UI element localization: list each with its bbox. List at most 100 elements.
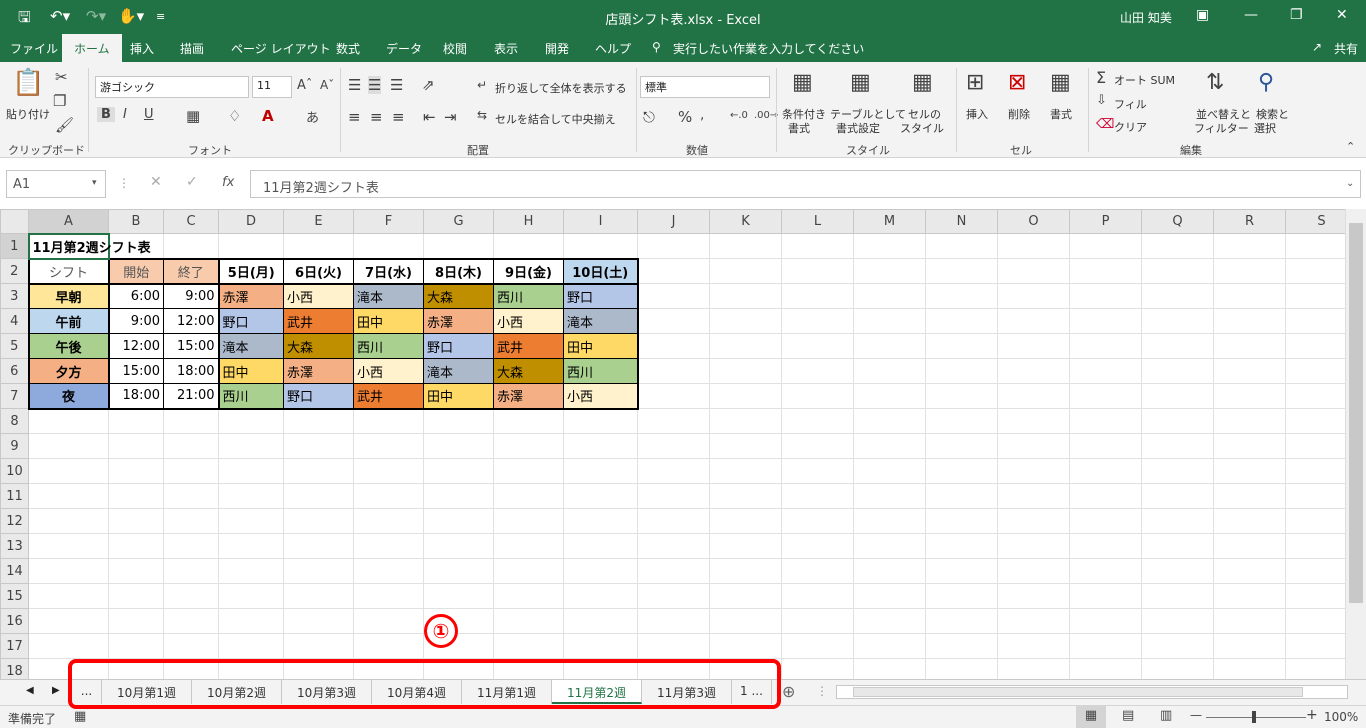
cell[interactable] bbox=[353, 633, 424, 659]
cell[interactable] bbox=[1141, 283, 1214, 309]
cell[interactable] bbox=[853, 608, 926, 634]
cell[interactable] bbox=[108, 558, 164, 584]
zoom-in-icon[interactable]: + bbox=[1306, 707, 1318, 723]
expand-formula-icon[interactable]: ⌄ bbox=[1346, 178, 1354, 189]
cell[interactable]: 田中 bbox=[423, 383, 494, 410]
copy-icon[interactable]: ❐ bbox=[53, 92, 66, 110]
cell[interactable]: シフト bbox=[27, 257, 110, 285]
cell[interactable] bbox=[1141, 333, 1214, 359]
cell[interactable]: 野口 bbox=[423, 333, 494, 359]
cell[interactable] bbox=[925, 283, 998, 309]
font-color-icon[interactable]: A bbox=[262, 107, 274, 125]
cell[interactable] bbox=[1069, 458, 1142, 484]
cell[interactable] bbox=[853, 358, 926, 384]
row-header[interactable]: 15 bbox=[0, 583, 29, 609]
cell[interactable] bbox=[563, 508, 638, 534]
cell[interactable] bbox=[997, 383, 1070, 409]
cell[interactable] bbox=[781, 583, 854, 609]
horizontal-scrollbar[interactable] bbox=[836, 685, 1348, 699]
cell[interactable] bbox=[283, 408, 354, 434]
cell[interactable]: 赤澤 bbox=[423, 308, 494, 334]
row-header[interactable]: 11 bbox=[0, 483, 29, 509]
cell[interactable] bbox=[283, 483, 354, 509]
column-header[interactable]: Q bbox=[1141, 209, 1214, 234]
cell[interactable] bbox=[1213, 508, 1286, 534]
cell[interactable] bbox=[353, 458, 424, 484]
cell-styles-label-2[interactable]: スタイル bbox=[900, 120, 944, 136]
cell[interactable] bbox=[283, 533, 354, 559]
cell[interactable] bbox=[781, 458, 854, 484]
cell[interactable] bbox=[925, 508, 998, 534]
cell[interactable] bbox=[353, 233, 424, 259]
share-icon[interactable]: ↗ bbox=[1312, 40, 1322, 54]
cell[interactable] bbox=[1285, 658, 1345, 679]
minimize-icon[interactable]: — bbox=[1244, 7, 1258, 23]
tell-me-input[interactable]: 実行したい作業を入力してください bbox=[673, 40, 864, 57]
row-header[interactable]: 4 bbox=[0, 308, 29, 334]
cell[interactable] bbox=[108, 483, 164, 509]
cell[interactable]: 赤澤 bbox=[493, 383, 564, 410]
next-sheet-icon[interactable]: ▶ bbox=[52, 685, 60, 696]
cell[interactable] bbox=[709, 633, 782, 659]
cell[interactable] bbox=[781, 608, 854, 634]
cell[interactable] bbox=[218, 408, 284, 434]
column-header[interactable]: M bbox=[853, 209, 926, 234]
cell[interactable] bbox=[637, 483, 710, 509]
align-top-icon[interactable]: ☰ bbox=[348, 76, 361, 94]
cell[interactable] bbox=[1069, 358, 1142, 384]
cell[interactable] bbox=[283, 508, 354, 534]
cell[interactable] bbox=[709, 583, 782, 609]
cell[interactable] bbox=[1285, 583, 1345, 609]
cell[interactable] bbox=[709, 308, 782, 334]
cell[interactable] bbox=[709, 333, 782, 359]
cell[interactable] bbox=[1069, 583, 1142, 609]
cell[interactable] bbox=[163, 408, 219, 434]
cell[interactable]: 18:00 bbox=[163, 358, 220, 384]
row-header[interactable]: 14 bbox=[0, 558, 29, 584]
cell[interactable] bbox=[108, 458, 164, 484]
cell[interactable]: 小西 bbox=[353, 358, 424, 384]
cell[interactable] bbox=[1141, 658, 1214, 679]
cell[interactable] bbox=[709, 283, 782, 309]
cell[interactable] bbox=[1285, 608, 1345, 634]
cell[interactable]: 滝本 bbox=[563, 308, 639, 334]
cell[interactable] bbox=[781, 383, 854, 409]
autosum-button[interactable]: オート SUM bbox=[1114, 72, 1175, 88]
cell[interactable] bbox=[108, 608, 164, 634]
column-header[interactable]: N bbox=[925, 209, 998, 234]
row-header[interactable]: 12 bbox=[0, 508, 29, 534]
cell[interactable] bbox=[997, 458, 1070, 484]
cell[interactable] bbox=[353, 608, 424, 634]
cell[interactable] bbox=[1285, 233, 1345, 259]
cell[interactable] bbox=[637, 258, 710, 284]
cell[interactable] bbox=[709, 533, 782, 559]
cell[interactable] bbox=[853, 658, 926, 679]
cell[interactable] bbox=[853, 458, 926, 484]
cell[interactable] bbox=[853, 533, 926, 559]
share-button[interactable]: 共有 bbox=[1334, 40, 1358, 57]
worksheet-grid[interactable]: A B C D E F G H I J K L M N O P Q R S 1 11月第2週シフト表 2 シフト 開始 終了 5日… bbox=[0, 209, 1345, 679]
cell[interactable] bbox=[1213, 558, 1286, 584]
cell[interactable] bbox=[853, 583, 926, 609]
cell[interactable] bbox=[997, 308, 1070, 334]
cell[interactable] bbox=[781, 483, 854, 509]
cell[interactable] bbox=[163, 508, 219, 534]
cell[interactable]: 15:00 bbox=[108, 358, 164, 384]
cell[interactable] bbox=[563, 608, 638, 634]
formula-input[interactable]: 11月第2週シフト表 bbox=[250, 170, 1361, 198]
cell[interactable] bbox=[218, 558, 284, 584]
cell[interactable]: 小西 bbox=[283, 283, 354, 309]
cell[interactable] bbox=[1285, 458, 1345, 484]
cell[interactable]: 9:00 bbox=[108, 308, 164, 334]
page-layout-view-icon[interactable]: ▤ bbox=[1122, 708, 1134, 723]
cell[interactable]: 午前 bbox=[27, 308, 110, 334]
cell[interactable] bbox=[637, 358, 710, 384]
cell[interactable] bbox=[637, 233, 710, 259]
cell[interactable] bbox=[563, 433, 638, 459]
cell[interactable] bbox=[1285, 283, 1345, 309]
cell[interactable] bbox=[637, 533, 710, 559]
cell[interactable] bbox=[493, 233, 564, 259]
cell[interactable] bbox=[1285, 258, 1345, 284]
align-bottom-icon[interactable]: ☰ bbox=[390, 76, 403, 94]
column-header[interactable]: B bbox=[108, 209, 164, 234]
